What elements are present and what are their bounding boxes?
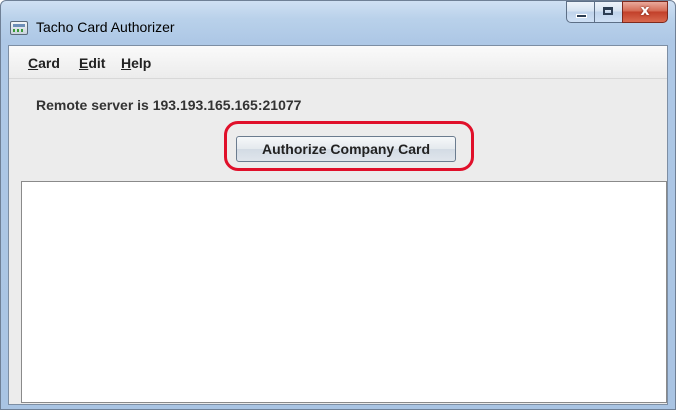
- authorize-company-card-button[interactable]: Authorize Company Card: [236, 136, 456, 162]
- caption-buttons: x: [566, 1, 668, 23]
- output-text-area[interactable]: [21, 181, 667, 403]
- menu-bar: Card Edit Help: [9, 46, 667, 79]
- menu-card-label: ard: [38, 55, 60, 71]
- close-button[interactable]: x: [622, 1, 668, 23]
- menu-help-label: elp: [131, 55, 152, 71]
- server-status-label: Remote server is 193.193.165.165:21077: [36, 97, 302, 113]
- app-icon[interactable]: [10, 21, 28, 35]
- minimize-button[interactable]: [566, 1, 594, 23]
- minimize-icon: [576, 14, 587, 18]
- menu-help[interactable]: Help: [121, 55, 151, 71]
- menu-edit-label: dit: [88, 55, 106, 71]
- menu-edit-mnemonic: E: [79, 55, 89, 71]
- client-area: Card Edit Help Remote server is 193.193.…: [8, 45, 668, 405]
- maximize-button[interactable]: [594, 1, 622, 23]
- close-icon: x: [640, 3, 650, 19]
- maximize-icon: [603, 7, 613, 15]
- title-bar[interactable]: Tacho Card Authorizer x: [1, 1, 675, 45]
- menu-edit[interactable]: Edit: [79, 55, 105, 71]
- menu-card-mnemonic: C: [28, 55, 39, 71]
- window-title: Tacho Card Authorizer: [36, 19, 175, 35]
- app-window: Tacho Card Authorizer x Card Edit Help R…: [0, 0, 676, 410]
- menu-help-mnemonic: H: [121, 55, 132, 71]
- menu-card[interactable]: Card: [28, 55, 60, 71]
